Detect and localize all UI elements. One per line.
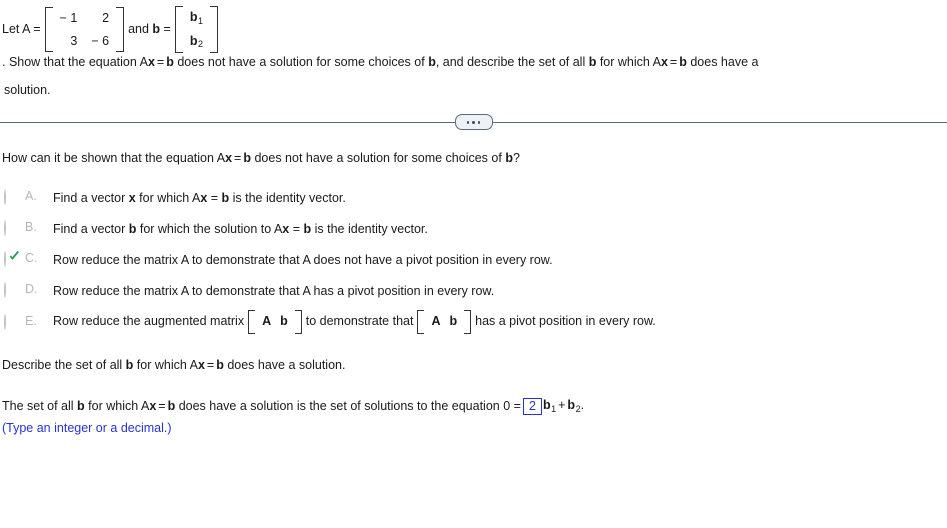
choice-e-text-after: has a pivot position in every row.: [475, 314, 656, 329]
exercise-page: Let A = − 1 2 3 − 6 and b = b1 b2 . Show…: [0, 0, 947, 435]
problem-second-line: solution.: [4, 82, 51, 97]
matrix-cell: − 6: [91, 33, 110, 48]
selected-check-icon: [8, 250, 21, 263]
question-prompt: How can it be shown that the equation Ax…: [2, 150, 520, 165]
describe-prompt: Describe the set of all b for which Ax = b…: [2, 357, 346, 372]
dot-icon: [472, 121, 475, 124]
matrix-cell: A: [431, 314, 441, 329]
choice-letter: A.: [25, 188, 37, 203]
radio-slot: [4, 250, 21, 268]
answer-terms: b1 + b2.: [542, 398, 585, 414]
bracket-left-icon: [248, 309, 256, 334]
radio-slot: [4, 313, 18, 330]
bracket-left-icon: [44, 7, 53, 52]
radio-button-icon[interactable]: [4, 188, 6, 205]
input-format-hint: (Type an integer or a decimal.): [2, 421, 172, 436]
radio-button-icon[interactable]: [4, 313, 6, 330]
radio-slot: [4, 188, 18, 205]
matrix-cell: A: [262, 314, 272, 329]
radio-button-icon[interactable]: [4, 282, 6, 299]
choice-letter: E.: [25, 313, 37, 328]
choice-e-text-middle: to demonstrate that: [305, 314, 414, 329]
choice-letter: B.: [25, 219, 37, 234]
radio-button-icon[interactable]: [4, 219, 6, 236]
matrix-row: 3 − 6: [53, 30, 116, 52]
augmented-matrix-2: A b: [417, 309, 472, 334]
matrix-row: b2: [183, 30, 210, 54]
matrix-cell: b: [449, 314, 458, 329]
ellipsis-expand-button[interactable]: [454, 114, 493, 131]
answer-text: The set of all b for which Ax = b does hav…: [2, 399, 521, 413]
choice-option-c[interactable]: C. Row reduce the matrix A to demonstrat…: [0, 250, 947, 270]
answer-statement: The set of all b for which Ax = b does hav…: [0, 396, 947, 416]
choice-letter: C.: [25, 251, 38, 266]
bracket-left-icon: [417, 309, 425, 334]
matrix-cell: b2: [189, 33, 203, 50]
problem-sentence: . Show that the equation Ax = b does not h…: [2, 55, 759, 70]
problem-first-line: Let A = − 1 2 3 − 6 and b = b1 b2 . Show…: [2, 6, 947, 73]
dot-icon: [477, 121, 481, 124]
choice-option-e[interactable]: E. Row reduce the augmented matrix A b t…: [0, 309, 947, 334]
vector-b: b1 b2: [174, 6, 218, 54]
matrix-cell: b1: [189, 10, 203, 26]
choice-text: Row reduce the augmented matrix A b to d…: [53, 309, 656, 334]
choice-text: Find a vector b for which the solution t…: [53, 221, 428, 236]
matrix-row: b1: [183, 6, 210, 30]
augmented-matrix-1: A b: [248, 309, 302, 334]
let-a-label: Let A =: [2, 21, 41, 36]
choice-text: Row reduce the matrix A to demonstrate t…: [53, 253, 553, 268]
radio-slot: [4, 282, 18, 299]
bracket-right-icon: [294, 309, 302, 334]
bracket-right-icon: [209, 6, 218, 54]
radio-slot: [4, 219, 18, 236]
matrix-row: − 1 2: [53, 7, 116, 29]
section-divider: [0, 114, 947, 131]
bracket-right-icon: [464, 309, 472, 334]
and-b-label: and b =: [128, 21, 171, 36]
choice-text: Row reduce the matrix A to demonstrate t…: [53, 284, 495, 299]
choice-e-text-before: Row reduce the augmented matrix: [53, 314, 245, 329]
choice-letter: D.: [25, 282, 38, 297]
problem-statement: Let A = − 1 2 3 − 6 and b = b1 b2 . Show…: [0, 0, 947, 100]
matrix-a: − 1 2 3 − 6: [44, 7, 125, 52]
dot-icon: [466, 121, 470, 124]
answer-choices: A. Find a vector x for which Ax = b is t…: [0, 188, 947, 334]
matrix-cell: 2: [102, 11, 110, 26]
matrix-cell: − 1: [59, 11, 78, 26]
choice-text: Find a vector x for which Ax = b is the …: [53, 190, 346, 205]
choice-option-a[interactable]: A. Find a vector x for which Ax = b is t…: [0, 188, 947, 208]
radio-button-icon[interactable]: [4, 251, 6, 268]
matrix-cell: 3: [70, 33, 78, 48]
coefficient-input[interactable]: 2: [522, 397, 542, 415]
choice-option-d[interactable]: D. Row reduce the matrix A to demonstrat…: [0, 281, 947, 301]
matrix-cell: b: [280, 314, 288, 329]
bracket-left-icon: [174, 6, 183, 54]
bracket-right-icon: [116, 7, 125, 52]
choice-option-b[interactable]: B. Find a vector b for which the solutio…: [0, 219, 947, 239]
